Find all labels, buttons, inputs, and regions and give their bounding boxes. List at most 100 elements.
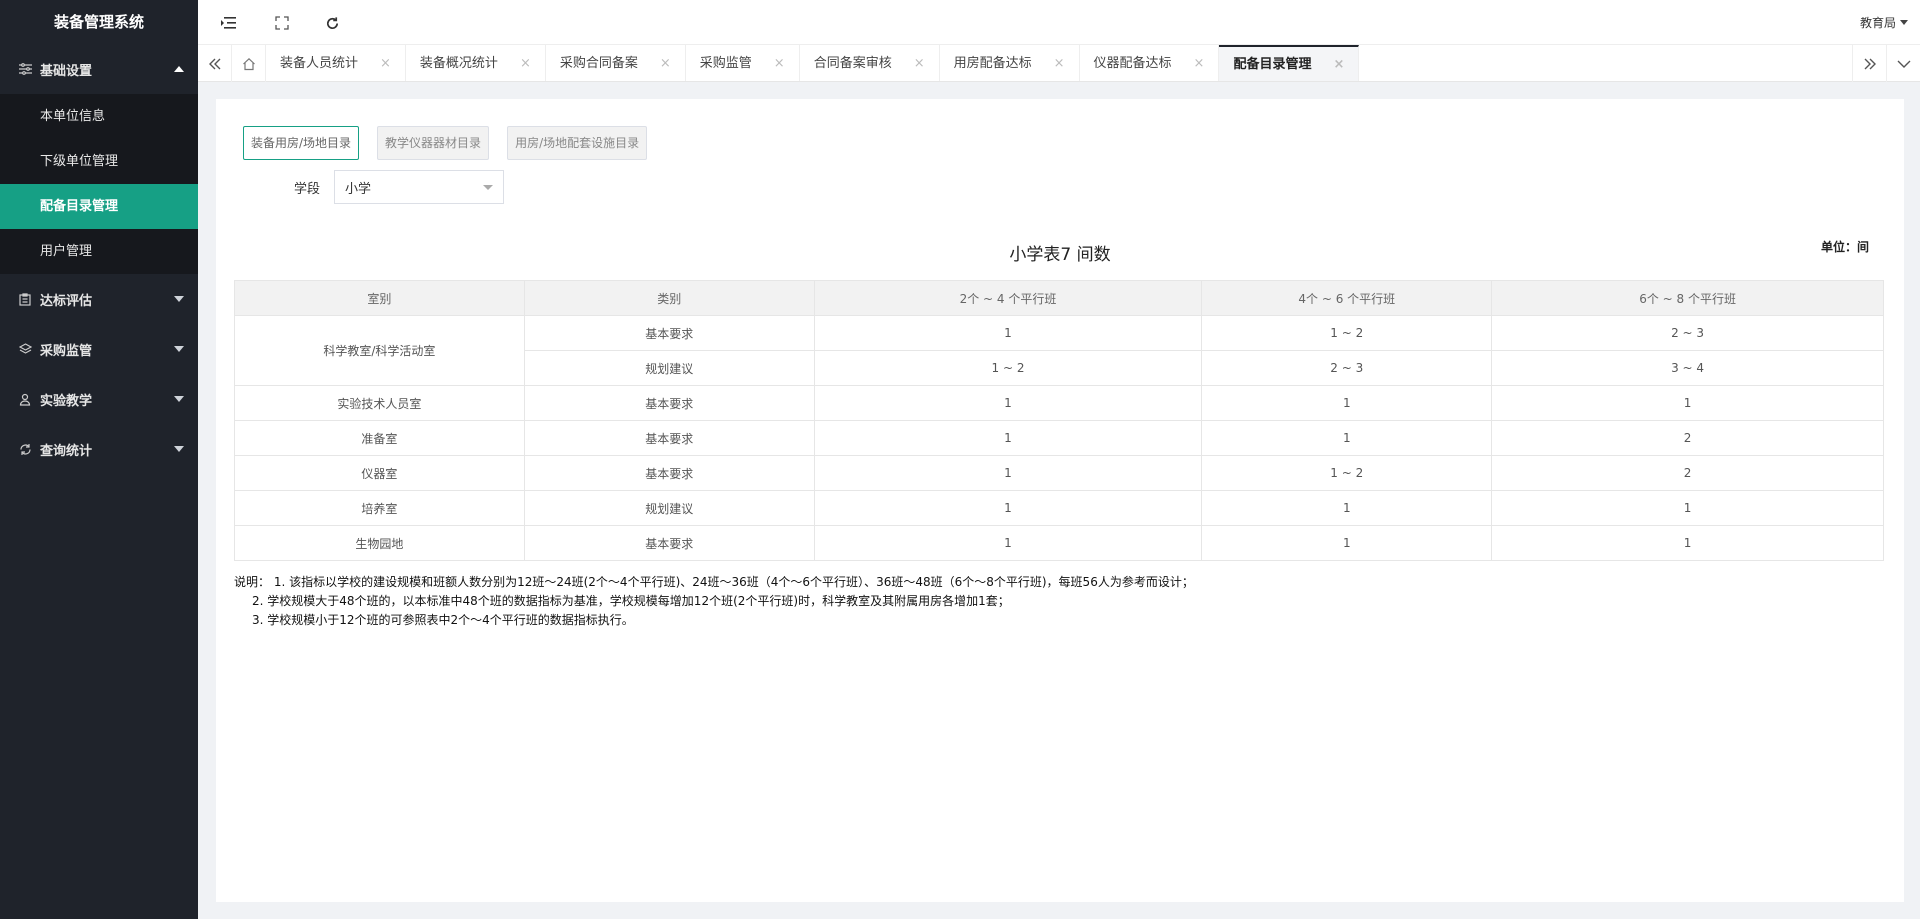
user-menu[interactable]: 教育局: [1860, 14, 1908, 31]
table-row: 培养室 规划建议 1 1 1: [234, 490, 1884, 526]
close-icon[interactable]: ×: [1333, 46, 1344, 81]
note-line: 说明： 1. 该指标以学校的建设规模和班额人数分别为12班～24班(2个～4个平…: [234, 575, 1194, 589]
room-cell: 科学教室/科学活动室: [234, 315, 525, 386]
sidebar-group-header[interactable]: 实验教学: [0, 374, 198, 424]
tab-label: 配备目录管理: [1233, 57, 1312, 72]
tab-label: 装备人员统计: [280, 56, 359, 71]
close-icon[interactable]: ×: [520, 45, 531, 81]
stage-select-value: 小学: [345, 181, 372, 197]
sidebar-item[interactable]: 下级单位管理: [0, 139, 198, 184]
tab[interactable]: 采购监管 ×: [686, 45, 800, 81]
close-icon[interactable]: ×: [380, 45, 391, 81]
value-cell: 2 ~ 3: [1491, 315, 1884, 351]
sidebar-group-header[interactable]: 查询统计: [0, 424, 198, 474]
tab[interactable]: 用房配备达标 ×: [940, 45, 1080, 81]
value-cell: 2: [1491, 455, 1884, 491]
sidebar-group-label: 采购监管: [40, 343, 93, 359]
sidebar-group-header[interactable]: 达标评估: [0, 274, 198, 324]
table-row: 生物园地 基本要求 1 1 1: [234, 525, 1884, 561]
clipboard-icon: [18, 292, 32, 306]
tab-label: 仪器配备达标: [1093, 56, 1172, 71]
catalog-button[interactable]: 教学仪器器材目录: [377, 126, 490, 160]
room-cell: 实验技术人员室: [234, 385, 525, 421]
chevron-up-icon: [174, 66, 184, 72]
refresh-icon: [18, 442, 32, 456]
type-cell: 规划建议: [523, 490, 815, 526]
room-cell: 准备室: [234, 420, 525, 456]
tab[interactable]: 仪器配备达标 ×: [1080, 45, 1220, 81]
sidebar-item[interactable]: 配备目录管理: [0, 184, 198, 229]
top-header: 教育局: [198, 0, 1920, 45]
sidebar-group: 采购监管: [0, 324, 198, 374]
tab-label: 合同备案审核: [813, 56, 892, 71]
column-header: 室别: [234, 280, 525, 316]
chevron-down-icon: [174, 296, 184, 302]
value-cell: 1: [813, 455, 1203, 491]
catalog-button[interactable]: 装备用房/场地目录: [243, 126, 360, 160]
user-name: 教育局: [1859, 16, 1896, 30]
tab-label: 采购监管: [699, 56, 752, 71]
type-cell: 基本要求: [523, 455, 815, 491]
close-icon[interactable]: ×: [914, 45, 925, 81]
note-line: 3. 学校规模小于12个班的可参照表中2个～4个平行班的数据指标执行。: [252, 613, 634, 627]
room-cell: 培养室: [234, 490, 525, 526]
sidebar-item[interactable]: 本单位信息: [0, 94, 198, 139]
refresh-icon[interactable]: [322, 13, 342, 33]
value-cell: 1 ~ 2: [1201, 315, 1493, 351]
stage-select[interactable]: 小学: [334, 170, 505, 204]
table-row: 准备室 基本要求 1 1 2: [234, 420, 1884, 456]
column-header: 4个 ~ 6 个平行班: [1201, 280, 1493, 316]
value-cell: 1: [1491, 525, 1884, 561]
type-cell: 基本要求: [523, 385, 815, 421]
sidebar-group-label: 实验教学: [40, 393, 93, 409]
close-icon[interactable]: ×: [1194, 45, 1205, 81]
chevron-down-icon: [483, 184, 494, 190]
collapse-menu-icon[interactable]: [218, 13, 238, 33]
table-header-row: 室别 类别 2个 ~ 4 个平行班 4个 ~ 6 个平行班 6个 ~ 8 个平行班: [234, 280, 1884, 316]
value-cell: 3 ~ 4: [1491, 350, 1884, 386]
tab-label: 装备概况统计: [419, 56, 498, 71]
catalog-button[interactable]: 用房/场地配套设施目录: [507, 126, 648, 160]
home-tab-icon[interactable]: [232, 45, 266, 82]
sidebar-group-header[interactable]: 采购监管: [0, 324, 198, 374]
value-cell: 2: [1491, 420, 1884, 456]
tab[interactable]: 合同备案审核 ×: [800, 45, 940, 81]
fullscreen-icon[interactable]: [272, 13, 292, 33]
table-row: 仪器室 基本要求 1 1 ~ 22: [234, 455, 1884, 491]
layers-icon: [18, 342, 32, 356]
tab[interactable]: 装备概况统计 ×: [406, 45, 546, 81]
close-icon[interactable]: ×: [660, 45, 671, 81]
sidebar-item[interactable]: 用户管理: [0, 229, 198, 274]
close-icon[interactable]: ×: [774, 45, 785, 81]
table-body: 科学教室/科学活动室 基本要求 1 1 ~ 22 ~ 3 规划建议 1 ~ 22 ~ 33…: [234, 315, 1884, 561]
table-row: 科学教室/科学活动室 基本要求 1 1 ~ 22 ~ 3: [234, 315, 1884, 386]
value-cell: 1: [1491, 490, 1884, 526]
notes: 说明： 1. 该指标以学校的建设规模和班额人数分别为12班～24班(2个～4个平…: [234, 573, 1194, 630]
sidebar-group: 查询统计: [0, 424, 198, 474]
tab[interactable]: 配备目录管理 ×: [1219, 45, 1360, 81]
value-cell: 1: [1201, 490, 1493, 526]
stage-filter-label: 学段: [294, 181, 321, 197]
value-cell: 1: [813, 490, 1203, 526]
sidebar-group-header[interactable]: 基础设置: [0, 44, 198, 94]
type-cell: 规划建议: [523, 350, 815, 386]
sidebar-group-label: 达标评估: [40, 293, 93, 309]
value-cell: 1: [1491, 385, 1884, 421]
table-unit: 单位：间: [1820, 240, 1869, 254]
catalog-buttons: 装备用房/场地目录 教学仪器器材目录 用房/场地配套设施目录: [243, 126, 665, 160]
column-header: 类别: [523, 280, 815, 316]
value-cell: 2 ~ 3: [1201, 350, 1493, 386]
value-cell: 1: [813, 315, 1203, 351]
sidebar-group-label: 查询统计: [40, 443, 93, 459]
value-cell: 1 ~ 2: [813, 350, 1203, 386]
close-icon[interactable]: ×: [1054, 45, 1065, 81]
tabs-scroll-right-icon[interactable]: [1852, 45, 1886, 82]
type-cell: 基本要求: [523, 420, 815, 456]
room-cell: 生物园地: [234, 525, 525, 561]
chevron-down-icon: [174, 346, 184, 352]
tab[interactable]: 采购合同备案 ×: [546, 45, 686, 81]
tab[interactable]: 装备人员统计 ×: [266, 45, 406, 81]
sidebar-group-label: 基础设置: [40, 63, 93, 79]
tabs-scroll-left-icon[interactable]: [198, 45, 232, 82]
tabs-dropdown-icon[interactable]: [1886, 45, 1920, 82]
